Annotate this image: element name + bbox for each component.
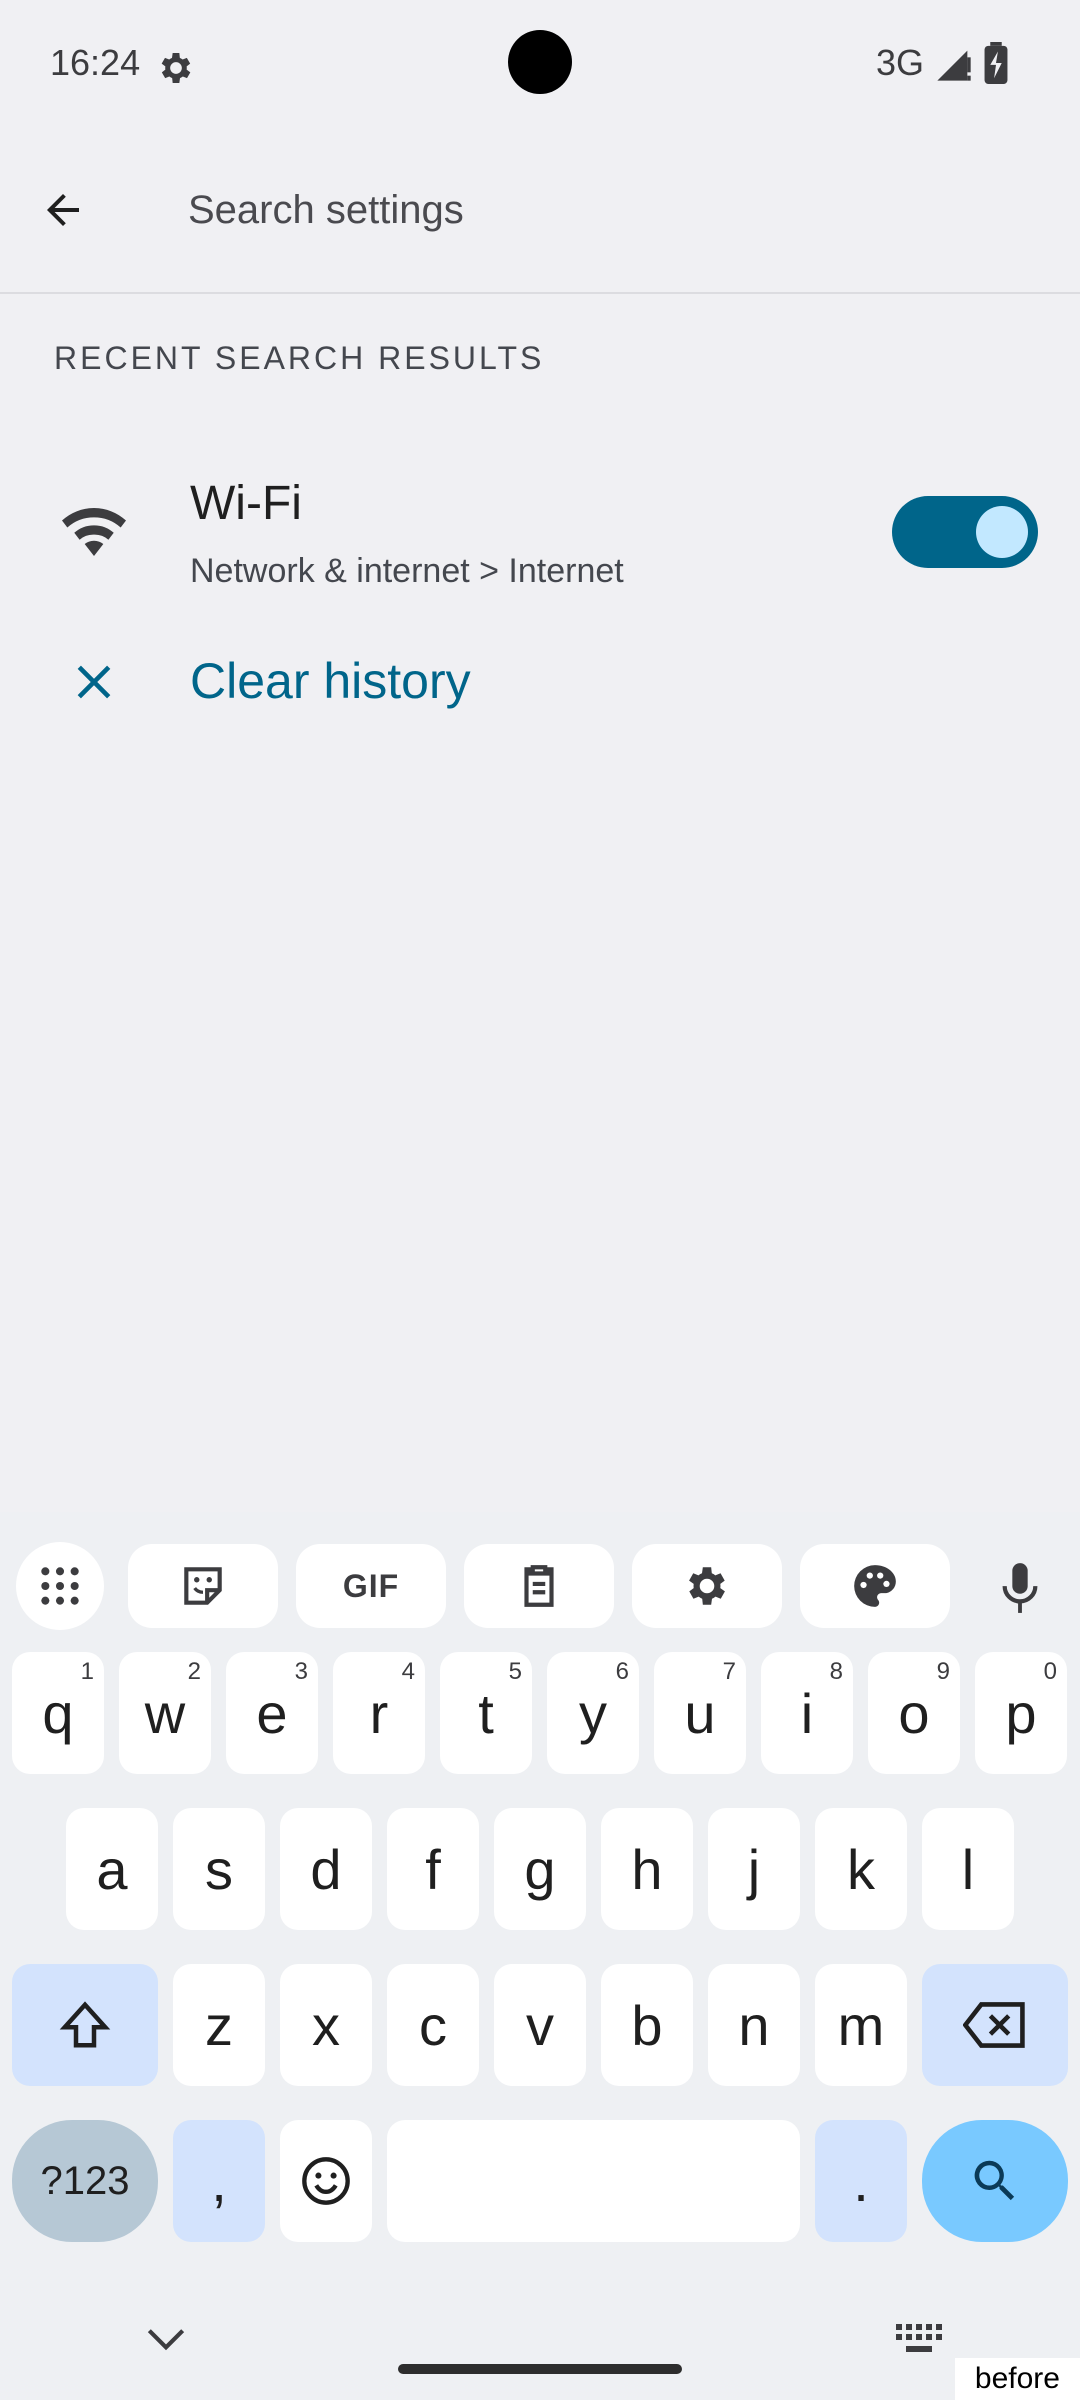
theme-button[interactable] bbox=[800, 1544, 950, 1628]
backspace-icon bbox=[963, 2002, 1025, 2048]
close-icon bbox=[77, 665, 111, 699]
gif-button[interactable]: GIF bbox=[296, 1544, 446, 1628]
gear-icon bbox=[161, 53, 191, 83]
emoji-key[interactable] bbox=[280, 2120, 372, 2242]
key-q[interactable]: q1 bbox=[12, 1652, 104, 1774]
key-h[interactable]: h bbox=[601, 1808, 693, 1930]
key-t[interactable]: t5 bbox=[440, 1652, 532, 1774]
key-r[interactable]: r4 bbox=[333, 1652, 425, 1774]
emoji-icon bbox=[302, 2157, 350, 2205]
navigation-bar bbox=[0, 2280, 1080, 2400]
clear-history-button[interactable]: Clear history bbox=[190, 652, 471, 710]
keyboard-icon[interactable] bbox=[896, 2324, 944, 2356]
key-v[interactable]: v bbox=[494, 1964, 586, 2086]
camera-cutout bbox=[508, 30, 572, 94]
key-l[interactable]: l bbox=[922, 1808, 1014, 1930]
shift-icon bbox=[59, 2001, 111, 2048]
settings-icon bbox=[689, 1567, 725, 1605]
recent-result-wifi[interactable]: Wi-Fi Network & internet > Internet bbox=[0, 424, 1080, 638]
back-button[interactable] bbox=[0, 136, 126, 284]
key-z[interactable]: z bbox=[173, 1964, 265, 2086]
key-x[interactable]: x bbox=[280, 1964, 372, 2086]
before-label: before bbox=[954, 2358, 1080, 2400]
search-bar bbox=[0, 136, 1080, 284]
wifi-icon bbox=[62, 508, 126, 556]
chevron-down-icon[interactable] bbox=[146, 2324, 186, 2354]
backspace-key[interactable] bbox=[922, 1964, 1068, 2086]
keyboard-settings-button[interactable] bbox=[632, 1544, 782, 1628]
key-c[interactable]: c bbox=[387, 1964, 479, 2086]
key-m[interactable]: m bbox=[815, 1964, 907, 2086]
key-f[interactable]: f bbox=[387, 1808, 479, 1930]
arrow-back-icon bbox=[47, 194, 79, 226]
sticker-icon bbox=[184, 1567, 222, 1605]
keyboard-toolbar: GIF bbox=[0, 1524, 1080, 1630]
wifi-toggle[interactable] bbox=[892, 496, 1038, 568]
key-d[interactable]: d bbox=[280, 1808, 372, 1930]
comma-key[interactable]: , bbox=[173, 2120, 265, 2242]
palette-icon bbox=[854, 1565, 896, 1607]
result-subtitle: Network & internet > Internet bbox=[190, 552, 624, 590]
key-e[interactable]: e3 bbox=[226, 1652, 318, 1774]
key-j[interactable]: j bbox=[708, 1808, 800, 1930]
key-a[interactable]: a bbox=[66, 1808, 158, 1930]
toggle-knob bbox=[976, 506, 1028, 558]
key-o[interactable]: o9 bbox=[868, 1652, 960, 1774]
apps-grid-icon bbox=[41, 1567, 79, 1605]
soft-keyboard: GIF q 1 w 2 e 3 r 4 t 5 y 6 u 7 i 8 o 9 … bbox=[0, 1512, 1080, 2400]
key-g[interactable]: g bbox=[494, 1808, 586, 1930]
signal-icon bbox=[937, 50, 971, 81]
settings-search-screen: 16:24 3G RECENT SEARCH RESULTS bbox=[0, 0, 1080, 2400]
shift-key[interactable] bbox=[12, 1964, 158, 2086]
mic-icon bbox=[1002, 1563, 1038, 1613]
result-title: Wi-Fi bbox=[190, 477, 302, 530]
space-key[interactable] bbox=[387, 2120, 800, 2242]
key-w[interactable]: w2 bbox=[119, 1652, 211, 1774]
clipboard-button[interactable] bbox=[464, 1544, 614, 1628]
symbols-key[interactable]: ?123 bbox=[12, 2120, 158, 2242]
key-i[interactable]: i8 bbox=[761, 1652, 853, 1774]
gif-label: GIF bbox=[342, 1567, 400, 1604]
network-type: 3G bbox=[876, 42, 925, 83]
key-k[interactable]: k bbox=[815, 1808, 907, 1930]
key-y[interactable]: y6 bbox=[547, 1652, 639, 1774]
key-n[interactable]: n bbox=[708, 1964, 800, 2086]
battery-icon bbox=[984, 42, 1008, 84]
clipboard-icon bbox=[524, 1565, 554, 1607]
apps-grid-button[interactable] bbox=[16, 1542, 104, 1630]
search-input[interactable] bbox=[128, 148, 1068, 272]
status-time: 16:24 bbox=[50, 42, 141, 83]
sticker-button[interactable] bbox=[128, 1544, 278, 1628]
search-key[interactable] bbox=[922, 2120, 1068, 2242]
clear-history-row[interactable]: Clear history bbox=[0, 640, 1080, 772]
key-p[interactable]: p0 bbox=[975, 1652, 1067, 1774]
key-b[interactable]: b bbox=[601, 1964, 693, 2086]
home-handle[interactable] bbox=[398, 2364, 682, 2374]
period-key[interactable]: . bbox=[815, 2120, 907, 2242]
voice-input-button[interactable] bbox=[990, 1548, 1050, 1628]
status-bar: 16:24 3G bbox=[0, 0, 1080, 128]
key-s[interactable]: s bbox=[173, 1808, 265, 1930]
recent-results-header: RECENT SEARCH RESULTS bbox=[54, 340, 545, 376]
key-u[interactable]: u7 bbox=[654, 1652, 746, 1774]
search-divider bbox=[0, 292, 1080, 294]
search-icon bbox=[974, 2160, 1015, 2201]
